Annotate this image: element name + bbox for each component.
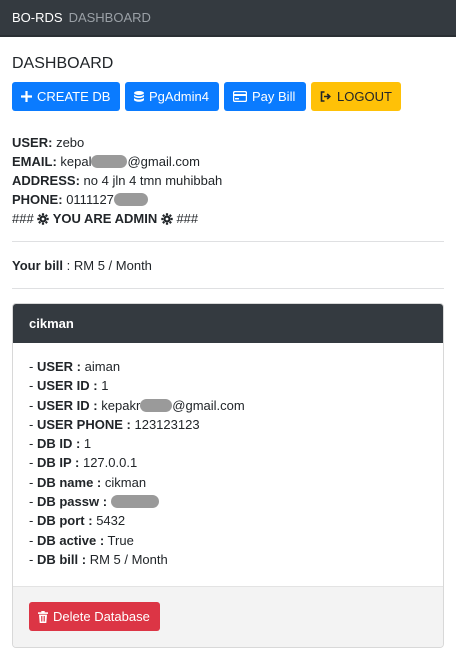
pgadmin-label: PgAdmin4 <box>149 89 209 104</box>
detail-row: - USER ID : kepakr @gmail.com <box>29 397 245 413</box>
email-suffix: @gmail.com <box>127 154 200 169</box>
phone-prefix: 0111127 <box>66 192 114 207</box>
database-card: cikman - USER : aiman - USER ID : 1 - US… <box>12 303 444 648</box>
admin-row: ### YOU ARE ADMIN ### <box>12 211 199 226</box>
user-row: USER: zebo <box>12 135 85 150</box>
delete-database-button[interactable]: Delete Database <box>29 602 160 632</box>
user-value: zebo <box>56 135 85 150</box>
detail-row: - DB bill : RM 5 / Month <box>29 551 168 567</box>
detail-row: - DB port : 5432 <box>29 513 126 529</box>
bill-value: : RM 5 / Month <box>63 258 152 273</box>
create-db-button[interactable]: CREATE DB <box>12 82 120 111</box>
pgadmin-button[interactable]: PgAdmin4 <box>125 82 219 111</box>
plus-icon <box>21 91 32 102</box>
credit-card-icon <box>233 91 247 102</box>
delete-database-label: Delete Database <box>53 609 150 625</box>
sign-out-icon <box>320 91 331 102</box>
logout-button[interactable]: LOGOUT <box>311 82 401 111</box>
gear-icon <box>161 213 173 225</box>
pay-bill-label: Pay Bill <box>252 89 296 104</box>
create-db-label: CREATE DB <box>37 89 111 104</box>
address-value: no 4 jln 4 tmn muhibbah <box>83 173 223 188</box>
detail-row: - USER ID : 1 <box>29 378 109 394</box>
card-body: - USER : aiman - USER ID : 1 - USER ID :… <box>13 343 443 588</box>
email-prefix: kepal <box>60 154 92 169</box>
top-navbar: BO-RDS DASHBOARD <box>0 0 456 37</box>
detail-row: - DB passw : <box>29 492 427 511</box>
admin-text: YOU ARE ADMIN <box>52 211 158 226</box>
user-info: USER: zebo EMAIL: kepal @gmail.com ADDRES… <box>12 133 444 228</box>
gear-icon <box>37 213 50 225</box>
detail-row: - DB active : True <box>29 532 134 548</box>
main-container: DASHBOARD CREATE DB PgAdmin4 Pay Bill LO… <box>0 54 456 648</box>
detail-row: - DB IP : 127.0.0.1 <box>29 455 138 471</box>
bill-label: Your bill <box>12 258 64 273</box>
detail-row: - DB name : cikman <box>29 474 147 490</box>
navbar-brand[interactable]: BO-RDS <box>12 10 63 25</box>
address-row: ADDRESS: no 4 jln 4 tmn muhibbah <box>12 173 223 188</box>
card-header: cikman <box>13 304 443 343</box>
redacted-block <box>110 495 159 509</box>
bill-row: Your bill : RM 5 / Month <box>12 256 444 275</box>
divider <box>12 288 444 289</box>
detail-row: - USER : aiman <box>29 359 121 374</box>
detail-row: - USER PHONE : 123123123 <box>29 416 200 432</box>
card-footer: Delete Database <box>13 587 443 648</box>
divider <box>12 241 444 242</box>
nav-link-dashboard[interactable]: DASHBOARD <box>69 10 151 25</box>
database-icon <box>134 90 144 102</box>
action-buttons: CREATE DB PgAdmin4 Pay Bill LOGOUT <box>12 82 444 111</box>
redacted-block <box>140 398 173 412</box>
trash-icon <box>38 610 48 623</box>
page-title: DASHBOARD <box>12 55 114 72</box>
pay-bill-button[interactable]: Pay Bill <box>224 82 306 111</box>
logout-label: LOGOUT <box>337 89 392 104</box>
phone-row: PHONE: 0111127 <box>12 190 444 209</box>
detail-row: - DB ID : 1 <box>29 436 92 452</box>
email-row: EMAIL: kepal @gmail.com <box>12 154 200 169</box>
redacted-block <box>91 155 128 168</box>
redacted-block <box>113 193 148 206</box>
